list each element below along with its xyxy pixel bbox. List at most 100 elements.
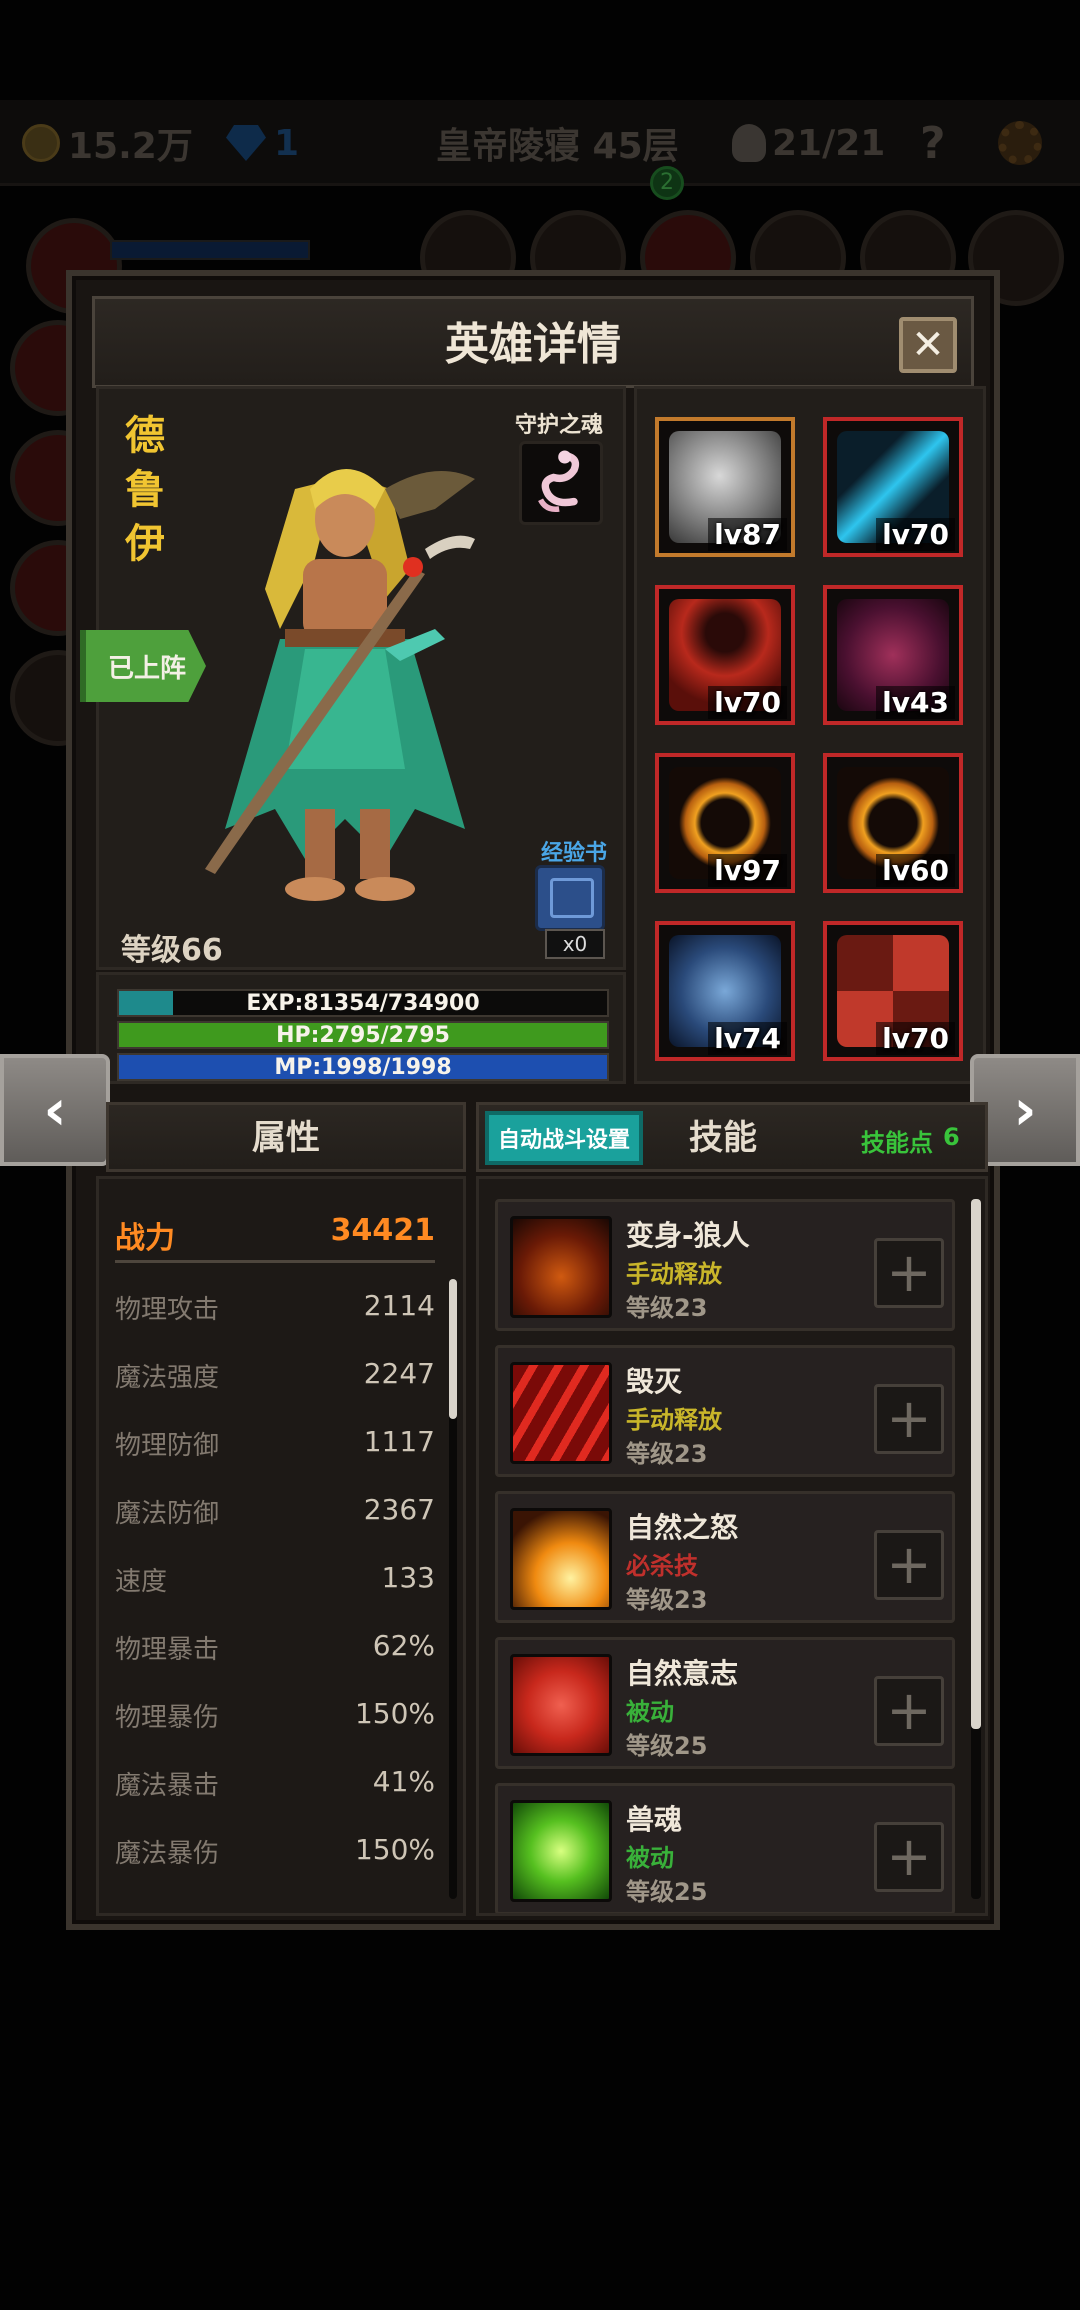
exp-book-label: 经验书 [541,841,608,866]
mp-bar: MP:1998/1998 [117,1053,609,1081]
upgrade-skill-button[interactable]: + [874,1384,944,1454]
upgrade-skill-button[interactable]: + [874,1530,944,1600]
attribute-label: 魔法强度 [115,1363,220,1393]
skill-name: 兽魂 [626,1803,683,1836]
skill-type: 被动 [626,1844,674,1872]
werewolf-icon [510,1216,612,1318]
attribute-value: 150% [354,1833,435,1866]
skill-name: 变身-狼人 [626,1219,750,1252]
hero-name-char: 鲁 [125,467,165,513]
dialog-header: 英雄详情 ✕ [92,296,974,388]
skill-type: 手动释放 [626,1406,722,1434]
exp-book-icon[interactable] [535,865,605,931]
settings-button[interactable] [998,100,1042,186]
attributes-list[interactable]: 战力 34421 物理攻击 2114 魔法强度 2247 物理防御 1117 魔法防御… [96,1176,466,1916]
attribute-value: 150% [354,1697,435,1730]
equipment-level: lv70 [876,518,955,551]
skill-level: 等级23 [626,1440,708,1468]
attributes-header: 属性 [106,1102,466,1172]
attributes-title: 属性 [252,1118,320,1158]
attribute-value: 1117 [363,1425,435,1458]
paw-icon [510,1654,612,1756]
close-button[interactable]: ✕ [899,317,957,373]
skill-level: 等级25 [626,1878,708,1906]
hero-name: 德 鲁 伊 [123,409,167,571]
notification-badge: 2 [650,166,684,200]
attribute-row: 魔法暴击 41% [115,1765,435,1815]
attribute-value: 2367 [363,1493,435,1526]
claw-icon [510,1362,612,1464]
skill-name: 自然意志 [626,1657,739,1690]
auto-battle-settings-button[interactable]: 自动战斗设置 [485,1111,643,1165]
equipment-level: lv87 [708,518,787,551]
top-bar: 15.2万 1 皇帝陵寝 45层 21/21 ? [0,100,1080,186]
deployed-tag: 已上阵 [80,630,206,702]
equipment-slot-shield[interactable]: lv70 [823,921,963,1061]
skill-row[interactable]: 毁灭 手动释放 等级23 + [495,1345,955,1477]
skills-list[interactable]: 变身-狼人 手动释放 等级23 + 毁灭 手动释放 等级23 + 自然之怒 必杀… [476,1176,988,1916]
attribute-label: 速度 [115,1567,168,1597]
attribute-row: 物理暴击 62% [115,1629,435,1679]
equipment-slot-helmet[interactable]: lv87 [655,417,795,557]
guardian-soul-slot[interactable] [519,441,603,525]
attribute-row: 魔法强度 2247 [115,1357,435,1407]
equipment-slot-amulet[interactable]: lv70 [823,417,963,557]
skill-row[interactable]: 自然意志 被动 等级25 + [495,1637,955,1769]
equipment-slot-weapon[interactable]: lv74 [655,921,795,1061]
serpent-soul-icon [538,450,580,513]
skill-level: 等级23 [626,1294,708,1322]
dungeon-location: 皇帝陵寝 45层 [436,100,679,186]
help-icon: ? [920,117,946,169]
gem-amount: 1 [274,122,300,164]
druid-hero-figure[interactable] [185,449,505,919]
skill-row[interactable]: 自然之怒 必杀技 等级23 + [495,1491,955,1623]
skill-level: 等级25 [626,1732,708,1760]
combat-power-row: 战力 34421 [115,1213,435,1263]
attribute-row: 魔法暴伤 150% [115,1833,435,1883]
skills-scrollbar[interactable] [971,1199,981,1899]
chevron-right-icon: › [1013,1077,1037,1143]
dialog-title: 英雄详情 [445,319,621,370]
upgrade-skill-button[interactable]: + [874,1238,944,1308]
game-screen: 15.2万 1 皇帝陵寝 45层 21/21 ? 2 英雄详情 ✕ 德 鲁 伊 … [0,0,1080,2310]
attribute-label: 物理暴伤 [115,1703,220,1733]
skill-points-value: 6 [943,1123,960,1151]
attribute-label: 物理攻击 [115,1295,220,1325]
plus-icon: + [886,1825,932,1888]
equipment-level: lv70 [876,1022,955,1055]
equipment-slot-gauntlet[interactable]: lv43 [823,585,963,725]
help-button[interactable]: ? [920,100,946,186]
upgrade-skill-button[interactable]: + [874,1676,944,1746]
skills-header: 自动战斗设置 技能 技能点 6 [476,1102,988,1172]
scrollbar-thumb[interactable] [971,1199,981,1729]
kill-counter: 21/21 [732,100,885,186]
scrollbar-thumb[interactable] [449,1279,457,1419]
attribute-label: 魔法防御 [115,1499,220,1529]
gold-counter: 15.2万 [22,100,193,186]
attributes-scrollbar[interactable] [449,1279,457,1899]
skill-row[interactable]: 兽魂 被动 等级25 + [495,1783,955,1913]
attribute-value: 41% [372,1765,435,1798]
kill-count: 21/21 [772,122,886,164]
gear-icon [998,121,1042,165]
attribute-value: 2247 [363,1357,435,1390]
previous-hero-button[interactable]: ‹ [0,1054,110,1166]
upgrade-skill-button[interactable]: + [874,1822,944,1892]
equipment-level: lv43 [876,686,955,719]
close-icon: ✕ [911,322,945,368]
book-cover-icon [550,878,594,918]
equipment-level: lv74 [708,1022,787,1055]
equipment-level: lv97 [708,854,787,887]
skill-row[interactable]: 变身-狼人 手动释放 等级23 + [495,1199,955,1331]
plus-icon: + [886,1679,932,1742]
combat-power-label: 战力 [115,1221,175,1256]
plus-icon: + [886,1241,932,1304]
equipment-slot-ring-2[interactable]: lv60 [823,753,963,893]
gold-coin-icon [22,124,60,162]
attribute-label: 物理暴击 [115,1635,220,1665]
guardian-soul-label: 守护之魂 [515,413,604,438]
equipment-slot-cape[interactable]: lv70 [655,585,795,725]
hp-bar-text: HP:2795/2795 [276,1023,450,1048]
attribute-row: 魔法防御 2367 [115,1493,435,1543]
equipment-slot-ring-1[interactable]: lv97 [655,753,795,893]
